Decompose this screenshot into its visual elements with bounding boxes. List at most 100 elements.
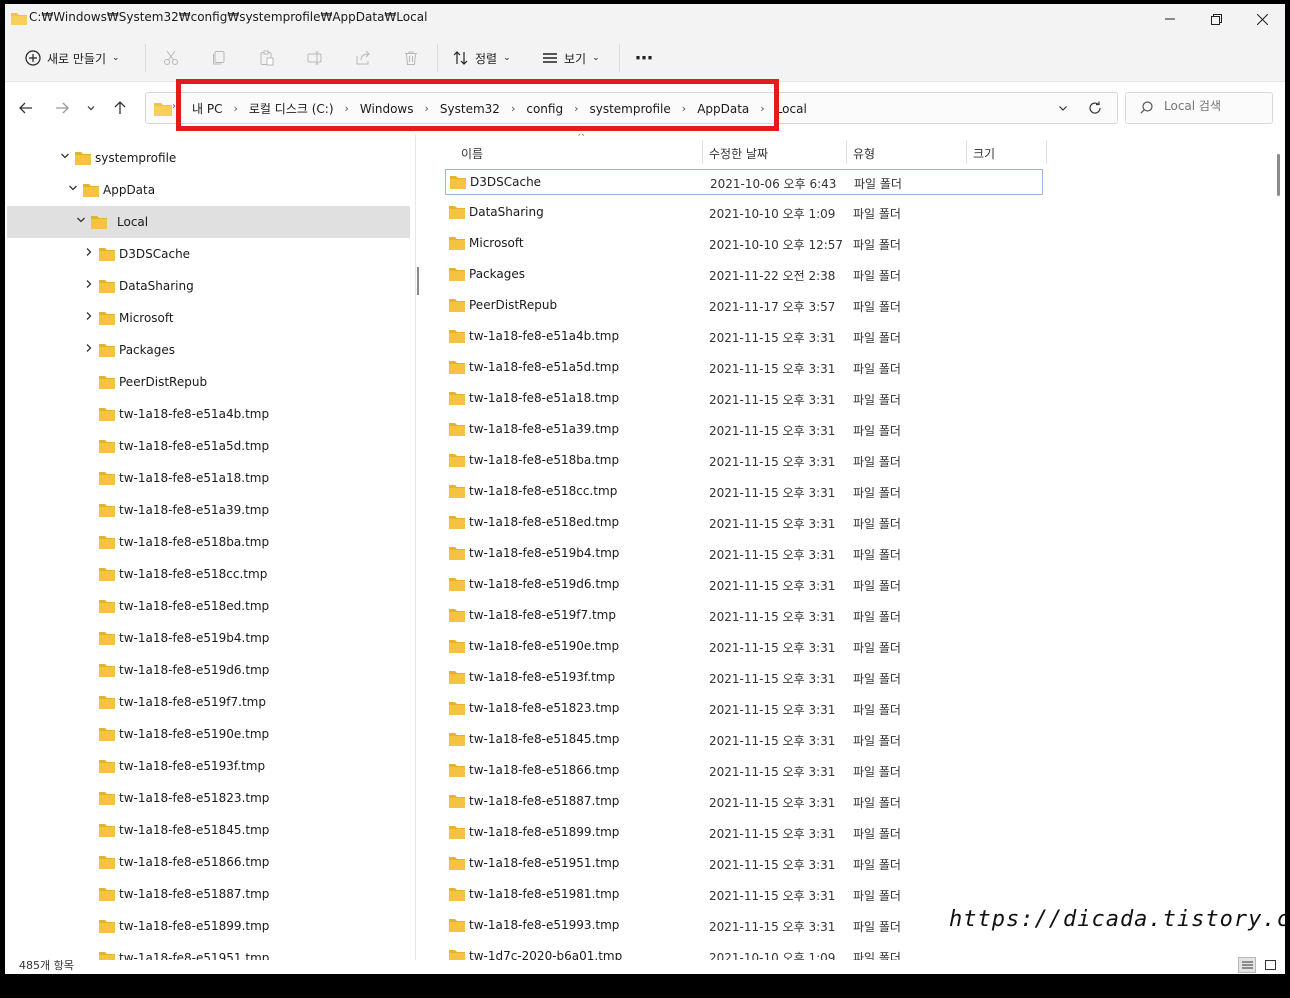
chevron-right-icon[interactable] — [83, 247, 95, 260]
chevron-right-icon[interactable]: › — [760, 102, 764, 115]
file-row[interactable]: tw-1a18-fe8-e519b4.tmp 2021-11-15 오후 3:31… — [445, 541, 1043, 567]
file-list-scrollbar-thumb[interactable] — [1277, 154, 1280, 196]
column-header-size[interactable]: 크기 — [973, 145, 995, 162]
file-row[interactable]: PeerDistRepub 2021-11-17 오후 3:57 파일 폴더 — [445, 293, 1043, 319]
pane-splitter[interactable] — [415, 134, 416, 964]
view-button[interactable]: 보기 ⌄ — [542, 44, 600, 72]
tree-item[interactable]: tw-1a18-fe8-e518cc.tmp — [5, 558, 413, 590]
column-divider[interactable] — [966, 140, 967, 164]
tree-item[interactable]: tw-1a18-fe8-e51823.tmp — [5, 782, 413, 814]
new-button[interactable]: 새로 만들기 ⌄ — [25, 44, 120, 72]
delete-button[interactable] — [403, 44, 419, 72]
address-history-button[interactable] — [1058, 102, 1068, 116]
file-row[interactable]: Microsoft 2021-10-10 오후 12:57 파일 폴더 — [445, 231, 1043, 257]
column-header-type[interactable]: 유형 — [853, 145, 875, 162]
tree-item[interactable]: tw-1a18-fe8-e51899.tmp — [5, 910, 413, 942]
recent-locations-button[interactable] — [79, 96, 103, 120]
paste-button[interactable] — [259, 44, 275, 72]
breadcrumb-item-this-pc[interactable]: 내 PC — [192, 100, 222, 117]
chevron-right-icon[interactable]: › — [345, 102, 349, 115]
file-row[interactable]: tw-1a18-fe8-e51981.tmp 2021-11-15 오후 3:31… — [445, 882, 1043, 908]
tree-item[interactable]: Local — [7, 206, 410, 238]
large-icons-view-button[interactable] — [1261, 957, 1279, 973]
column-divider[interactable] — [846, 140, 847, 164]
breadcrumb-item-config[interactable]: config — [526, 102, 563, 116]
chevron-down-icon[interactable] — [67, 183, 79, 196]
file-row[interactable]: tw-1a18-fe8-e51a5d.tmp 2021-11-15 오후 3:31… — [445, 355, 1043, 381]
details-view-button[interactable] — [1238, 957, 1256, 973]
up-button[interactable] — [108, 96, 132, 120]
tree-item[interactable]: systemprofile — [5, 142, 413, 174]
chevron-right-icon[interactable]: › — [425, 102, 429, 115]
tree-item[interactable]: tw-1a18-fe8-e518ed.tmp — [5, 590, 413, 622]
more-options-button[interactable]: ⋯ — [635, 44, 653, 72]
tree-item[interactable]: tw-1a18-fe8-e519d6.tmp — [5, 654, 413, 686]
chevron-right-icon[interactable] — [83, 343, 95, 356]
breadcrumb-item-systemprofile[interactable]: systemprofile — [589, 102, 670, 116]
file-row[interactable]: tw-1a18-fe8-e519d6.tmp 2021-11-15 오후 3:31… — [445, 572, 1043, 598]
chevron-right-icon[interactable]: › — [682, 102, 686, 115]
tree-item[interactable]: tw-1a18-fe8-e51a5d.tmp — [5, 430, 413, 462]
tree-item[interactable]: tw-1a18-fe8-e51a4b.tmp — [5, 398, 413, 430]
tree-item[interactable]: tw-1a18-fe8-e519f7.tmp — [5, 686, 413, 718]
column-header-date[interactable]: 수정한 날짜 — [709, 145, 768, 162]
address-bar[interactable]: › 내 PC › 로컬 디스크 (C:) › Windows › System3… — [145, 92, 1118, 124]
back-button[interactable] — [14, 96, 38, 120]
share-button[interactable] — [355, 44, 371, 72]
tree-item[interactable]: tw-1a18-fe8-e519b4.tmp — [5, 622, 413, 654]
file-row[interactable]: tw-1a18-fe8-e518ed.tmp 2021-11-15 오후 3:31… — [445, 510, 1043, 536]
tree-item[interactable]: tw-1a18-fe8-e51866.tmp — [5, 846, 413, 878]
file-row[interactable]: tw-1a18-fe8-e5193f.tmp 2021-11-15 오후 3:31… — [445, 665, 1043, 691]
column-divider[interactable] — [702, 140, 703, 164]
cut-button[interactable] — [163, 44, 179, 72]
file-row[interactable]: DataSharing 2021-10-10 오후 1:09 파일 폴더 — [445, 200, 1043, 226]
refresh-button[interactable] — [1088, 101, 1102, 118]
file-row[interactable]: tw-1a18-fe8-e51951.tmp 2021-11-15 오후 3:31… — [445, 851, 1043, 877]
breadcrumb-item-local-disk[interactable]: 로컬 디스크 (C:) — [249, 100, 334, 117]
file-row[interactable]: Packages 2021-11-22 오전 2:38 파일 폴더 — [445, 262, 1043, 288]
tree-item[interactable]: AppData — [5, 174, 413, 206]
file-row[interactable]: tw-1a18-fe8-e518cc.tmp 2021-11-15 오후 3:31… — [445, 479, 1043, 505]
search-input[interactable] — [1164, 99, 1268, 113]
chevron-down-icon[interactable] — [75, 215, 87, 228]
chevron-right-icon[interactable] — [83, 279, 95, 292]
chevron-right-icon[interactable]: › — [511, 102, 515, 115]
file-row[interactable]: tw-1a18-fe8-e51a4b.tmp 2021-11-15 오후 3:31… — [445, 324, 1043, 350]
sort-button[interactable]: 정렬 ⌄ — [453, 44, 511, 72]
breadcrumb-item-system32[interactable]: System32 — [440, 102, 500, 116]
file-row[interactable]: tw-1a18-fe8-e51845.tmp 2021-11-15 오후 3:31… — [445, 727, 1043, 753]
copy-button[interactable] — [211, 44, 227, 72]
chevron-right-icon[interactable]: › — [574, 102, 578, 115]
minimize-button[interactable] — [1147, 4, 1193, 34]
file-row[interactable]: tw-1a18-fe8-e51a39.tmp 2021-11-15 오후 3:31… — [445, 417, 1043, 443]
column-divider[interactable] — [1046, 140, 1047, 164]
column-header-name[interactable]: 이름 — [461, 145, 483, 162]
tree-item[interactable]: DataSharing — [5, 270, 413, 302]
chevron-right-icon[interactable]: › — [233, 102, 237, 115]
breadcrumb-item-local[interactable]: Local — [776, 102, 807, 116]
pane-scrollbar-thumb[interactable] — [417, 267, 419, 295]
tree-item[interactable]: Packages — [5, 334, 413, 366]
chevron-right-icon[interactable] — [83, 311, 95, 324]
file-row[interactable]: tw-1a18-fe8-e518ba.tmp 2021-11-15 오후 3:31… — [445, 448, 1043, 474]
file-row[interactable]: D3DSCache 2021-10-06 오후 6:43 파일 폴더 — [445, 169, 1043, 195]
file-row[interactable]: tw-1a18-fe8-e519f7.tmp 2021-11-15 오후 3:31… — [445, 603, 1043, 629]
tree-item[interactable]: tw-1a18-fe8-e51a18.tmp — [5, 462, 413, 494]
file-row[interactable]: tw-1a18-fe8-e5190e.tmp 2021-11-15 오후 3:31… — [445, 634, 1043, 660]
file-row[interactable]: tw-1a18-fe8-e51a18.tmp 2021-11-15 오후 3:31… — [445, 386, 1043, 412]
forward-button[interactable] — [50, 96, 74, 120]
file-row[interactable]: tw-1a18-fe8-e51866.tmp 2021-11-15 오후 3:31… — [445, 758, 1043, 784]
file-row[interactable]: tw-1a18-fe8-e51823.tmp 2021-11-15 오후 3:31… — [445, 696, 1043, 722]
rename-button[interactable] — [307, 44, 323, 72]
tree-item[interactable]: tw-1a18-fe8-e5193f.tmp — [5, 750, 413, 782]
search-box[interactable] — [1125, 92, 1273, 124]
tree-item[interactable]: tw-1a18-fe8-e5190e.tmp — [5, 718, 413, 750]
tree-item[interactable]: PeerDistRepub — [5, 366, 413, 398]
tree-item[interactable]: tw-1a18-fe8-e51a39.tmp — [5, 494, 413, 526]
breadcrumb-item-windows[interactable]: Windows — [360, 102, 414, 116]
tree-item[interactable]: tw-1a18-fe8-e51845.tmp — [5, 814, 413, 846]
chevron-down-icon[interactable] — [59, 151, 71, 164]
file-row[interactable]: tw-1a18-fe8-e51887.tmp 2021-11-15 오후 3:31… — [445, 789, 1043, 815]
breadcrumb-item-appdata[interactable]: AppData — [697, 102, 749, 116]
tree-item[interactable]: Microsoft — [5, 302, 413, 334]
